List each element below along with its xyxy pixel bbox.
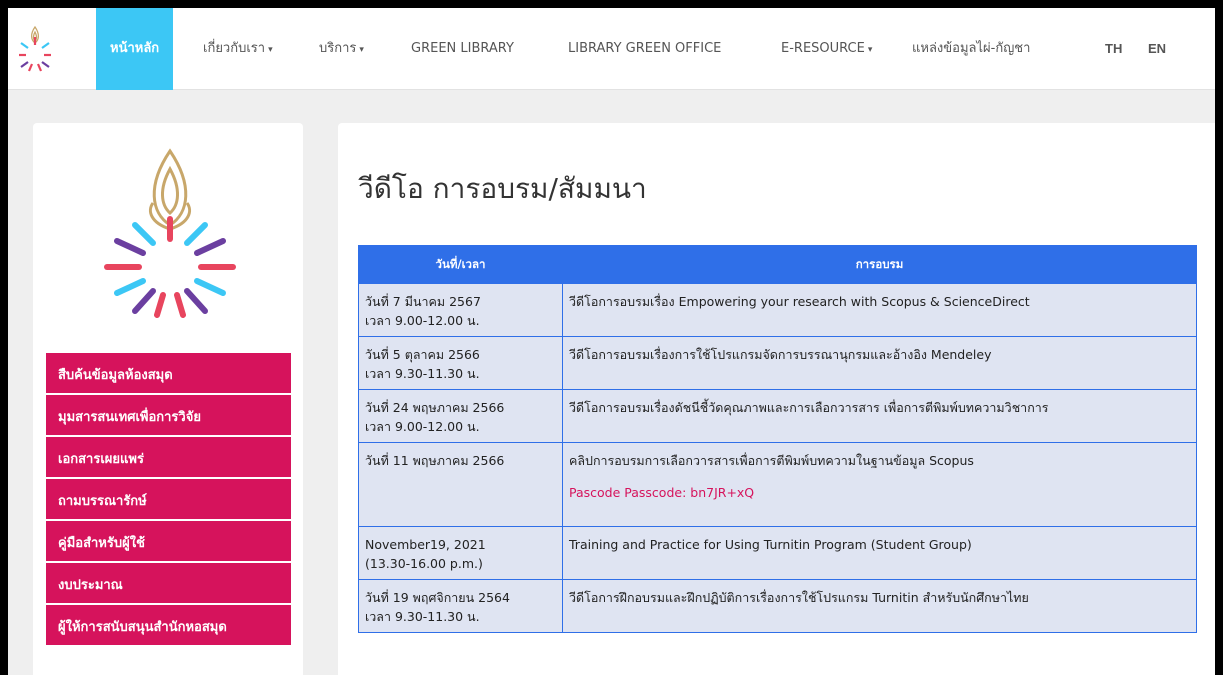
nav-lang-th[interactable]: TH bbox=[1105, 8, 1122, 90]
browser-viewport: หน้าหลัก เกี่ยวกับเรา ▾ บริการ ▾ GREEN LIB… bbox=[8, 8, 1215, 675]
nav-lang-en[interactable]: EN bbox=[1148, 8, 1166, 90]
nav-about[interactable]: เกี่ยวกับเรา ▾ bbox=[203, 8, 273, 90]
table-row: วันที่ 24 พฤษภาคม 2566 เวลา 9.00-12.00 น… bbox=[358, 389, 1197, 443]
main-content: วีดีโอ การอบรม/สัมมนา วันที่/เวลา การอบร… bbox=[338, 123, 1215, 675]
sidebar-item-library-search[interactable]: สืบค้นข้อมูลห้องสมุด bbox=[46, 353, 291, 395]
library-emblem-icon bbox=[104, 148, 236, 318]
training-video-table: วันที่/เวลา การอบรม วันที่ 7 มีนาคม 2567… bbox=[358, 245, 1197, 633]
column-header-training: การอบรม bbox=[562, 245, 1197, 284]
row-training-cell: วีดีโอการอบรมเรื่องดัชนีชี้วัดคุณภาพและก… bbox=[562, 389, 1197, 443]
row-date: วันที่ 5 ตุลาคม 2566 bbox=[365, 347, 480, 362]
training-link[interactable]: คลิปการอบรมการเลือกวารสารเพื่อการตีพิมพ์… bbox=[569, 453, 974, 468]
training-link[interactable]: วีดีโอการอบรมเรื่องการใช้โปรแกรมจัดการบร… bbox=[569, 347, 992, 362]
row-date: วันที่ 11 พฤษภาคม 2566 bbox=[365, 453, 505, 468]
table-row: วันที่ 5 ตุลาคม 2566 เวลา 9.30-11.30 น. … bbox=[358, 336, 1197, 390]
nav-bamboo-cannabis[interactable]: แหล่งข้อมูลไผ่-กัญชา bbox=[912, 8, 1030, 90]
row-date: วันที่ 7 มีนาคม 2567 bbox=[365, 294, 481, 309]
sidebar-item-ask-librarian[interactable]: ถามบรรณารักษ์ bbox=[46, 479, 291, 521]
row-training-cell: Training and Practice for Using Turnitin… bbox=[562, 526, 1197, 580]
table-row: วันที่ 19 พฤศจิกายน 2564 เวลา 9.30-11.30… bbox=[358, 579, 1197, 633]
sidebar: สืบค้นข้อมูลห้องสมุด มุมสารสนเทศเพื่อการ… bbox=[33, 123, 303, 675]
caret-down-icon: ▾ bbox=[359, 45, 364, 55]
caret-down-icon: ▾ bbox=[867, 45, 873, 55]
nav-green-library[interactable]: GREEN LIBRARY bbox=[411, 8, 514, 90]
row-training-cell: คลิปการอบรมการเลือกวารสารเพื่อการตีพิมพ์… bbox=[562, 442, 1197, 527]
nav-about-label: เกี่ยวกับเรา bbox=[203, 41, 266, 56]
column-header-date: วันที่/เวลา bbox=[358, 245, 563, 284]
nav-bamboo-cannabis-label: แหล่งข้อมูลไผ่-กัญชา bbox=[912, 41, 1031, 56]
row-time: เวลา 9.00-12.00 น. bbox=[365, 313, 480, 328]
sidebar-item-user-manual[interactable]: คู่มือสำหรับผู้ใช้ bbox=[46, 521, 291, 563]
sidebar-item-supporters[interactable]: ผู้ให้การสนับสนุนสำนักหอสมุด bbox=[46, 605, 291, 647]
row-date-cell: วันที่ 7 มีนาคม 2567 เวลา 9.00-12.00 น. bbox=[358, 283, 563, 337]
row-time: (13.30-16.00 p.m.) bbox=[365, 556, 483, 571]
nav-lang-en-label: EN bbox=[1148, 41, 1167, 56]
row-time: เวลา 9.00-12.00 น. bbox=[365, 419, 480, 434]
table-header-row: วันที่/เวลา การอบรม bbox=[358, 245, 1197, 284]
nav-library-green-office-label: LIBRARY GREEN OFFICE bbox=[568, 41, 722, 56]
page-title: วีดีโอ การอบรม/สัมมนา bbox=[358, 172, 647, 205]
library-logo-icon[interactable] bbox=[18, 23, 52, 73]
nav-lang-th-label: TH bbox=[1105, 41, 1123, 56]
nav-e-resource[interactable]: E-RESOURCE ▾ bbox=[781, 8, 872, 90]
row-training-cell: วีดีโอการอบรมเรื่อง Empowering your rese… bbox=[562, 283, 1197, 337]
row-date: วันที่ 24 พฤษภาคม 2566 bbox=[365, 400, 505, 415]
row-date: วันที่ 19 พฤศจิกายน 2564 bbox=[365, 590, 510, 605]
nav-services-label: บริการ bbox=[319, 41, 357, 56]
row-training-cell: วีดีโอการฝึกอบรมและฝึกปฏิบัติการเรื่องกา… bbox=[562, 579, 1197, 633]
row-date-cell: วันที่ 5 ตุลาคม 2566 เวลา 9.30-11.30 น. bbox=[358, 336, 563, 390]
training-link[interactable]: วีดีโอการอบรมเรื่อง Empowering your rese… bbox=[569, 294, 1030, 309]
caret-down-icon: ▾ bbox=[268, 45, 273, 55]
top-navbar: หน้าหลัก เกี่ยวกับเรา ▾ บริการ ▾ GREEN LIB… bbox=[8, 8, 1215, 90]
row-date-cell: วันที่ 24 พฤษภาคม 2566 เวลา 9.00-12.00 น… bbox=[358, 389, 563, 443]
row-time: เวลา 9.30-11.30 น. bbox=[365, 609, 480, 624]
table-row: วันที่ 7 มีนาคม 2567 เวลา 9.00-12.00 น. … bbox=[358, 283, 1197, 337]
nav-library-green-office[interactable]: LIBRARY GREEN OFFICE bbox=[568, 8, 721, 90]
training-link[interactable]: วีดีโอการอบรมเรื่องดัชนีชี้วัดคุณภาพและก… bbox=[569, 400, 1049, 415]
nav-green-library-label: GREEN LIBRARY bbox=[411, 41, 514, 56]
sidebar-menu: สืบค้นข้อมูลห้องสมุด มุมสารสนเทศเพื่อการ… bbox=[46, 353, 291, 647]
nav-e-resource-label: E-RESOURCE bbox=[781, 41, 865, 56]
row-date-cell: วันที่ 19 พฤศจิกายน 2564 เวลา 9.30-11.30… bbox=[358, 579, 563, 633]
table-row: November19, 2021 (13.30-16.00 p.m.) Trai… bbox=[358, 526, 1197, 580]
nav-home-label: หน้าหลัก bbox=[110, 41, 160, 56]
training-link[interactable]: Training and Practice for Using Turnitin… bbox=[569, 537, 972, 552]
nav-home[interactable]: หน้าหลัก bbox=[96, 8, 174, 90]
row-time: เวลา 9.30-11.30 น. bbox=[365, 366, 480, 381]
passcode-note: Pascode Passcode: bn7JR+xQ bbox=[569, 485, 755, 500]
row-date: November19, 2021 bbox=[365, 537, 486, 552]
row-training-cell: วีดีโอการอบรมเรื่องการใช้โปรแกรมจัดการบร… bbox=[562, 336, 1197, 390]
nav-services[interactable]: บริการ ▾ bbox=[319, 8, 364, 90]
training-link[interactable]: วีดีโอการฝึกอบรมและฝึกปฏิบัติการเรื่องกา… bbox=[569, 590, 1029, 605]
row-date-cell: วันที่ 11 พฤษภาคม 2566 bbox=[358, 442, 563, 527]
table-row: วันที่ 11 พฤษภาคม 2566 คลิปการอบรมการเลื… bbox=[358, 442, 1197, 527]
sidebar-item-budget[interactable]: งบประมาณ bbox=[46, 563, 291, 605]
row-date-cell: November19, 2021 (13.30-16.00 p.m.) bbox=[358, 526, 563, 580]
sidebar-item-publications[interactable]: เอกสารเผยแพร่ bbox=[46, 437, 291, 479]
sidebar-item-research-corner[interactable]: มุมสารสนเทศเพื่อการวิจัย bbox=[46, 395, 291, 437]
